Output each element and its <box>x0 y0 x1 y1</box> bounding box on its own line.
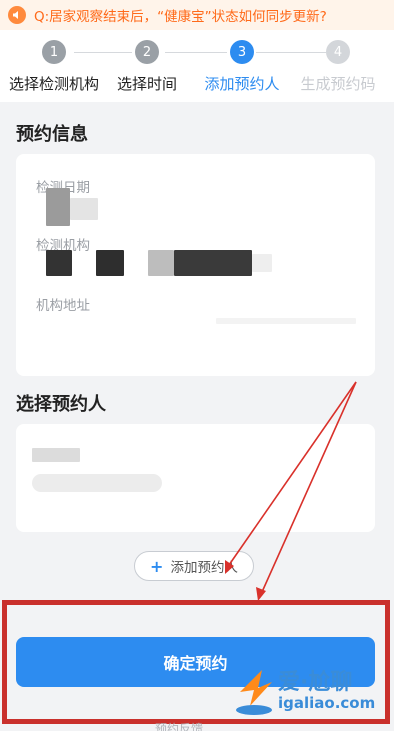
redacted-org <box>96 250 124 276</box>
redacted-org <box>148 250 174 276</box>
progress-steps: 1 选择检测机构 2 选择时间 3 添加预约人 4 生成预约码 <box>0 30 394 102</box>
speaker-icon <box>8 6 26 24</box>
redacted-org <box>46 250 72 276</box>
site-watermark: 爱·尬聊 igaliao.com <box>232 662 390 722</box>
annotation-arrowhead <box>256 587 266 601</box>
step-label: 添加预约人 <box>204 75 280 93</box>
footer-link[interactable]: 预约反馈 <box>155 720 203 731</box>
step-2: 2 选择时间 <box>110 30 184 102</box>
redacted-date <box>46 188 70 226</box>
step-3: 3 添加预约人 <box>200 30 284 102</box>
step-number: 1 <box>42 40 66 64</box>
step-label: 选择时间 <box>116 75 177 93</box>
person-card[interactable] <box>16 424 375 532</box>
redacted-person <box>32 448 80 462</box>
booking-info-title: 预约信息 <box>16 124 88 145</box>
select-person-title: 选择预约人 <box>16 394 106 415</box>
watermark-line1: 爱·尬聊 <box>278 670 353 695</box>
redacted-person <box>32 474 162 492</box>
add-person-label: 添加预约人 <box>170 560 238 576</box>
confirm-booking-label: 确定预约 <box>163 654 228 673</box>
redacted-org <box>252 254 272 272</box>
step-1: 1 选择检测机构 <box>4 30 104 102</box>
plus-icon: + <box>150 556 164 576</box>
notice-bar[interactable]: Q:居家观察结束后，“健康宝”状态如何同步更新? <box>0 0 394 30</box>
step-number: 2 <box>135 40 159 64</box>
booking-info-card: 检测日期 检测机构 机构地址 <box>16 154 375 376</box>
add-person-button[interactable]: + 添加预约人 <box>134 551 254 581</box>
step-4: 4 生成预约码 <box>296 30 380 102</box>
step-label: 生成预约码 <box>300 75 376 93</box>
watermark-line2: igaliao.com <box>278 694 376 712</box>
step-number: 3 <box>230 40 254 64</box>
redacted-org <box>174 250 252 276</box>
redacted-address <box>216 318 356 324</box>
notice-text: Q:居家观察结束后，“健康宝”状态如何同步更新? <box>34 9 327 25</box>
field-label-address: 机构地址 <box>36 298 90 314</box>
redacted-date <box>70 198 98 220</box>
watermark-logo <box>236 670 272 715</box>
step-number: 4 <box>326 40 350 64</box>
step-label: 选择检测机构 <box>8 75 99 93</box>
